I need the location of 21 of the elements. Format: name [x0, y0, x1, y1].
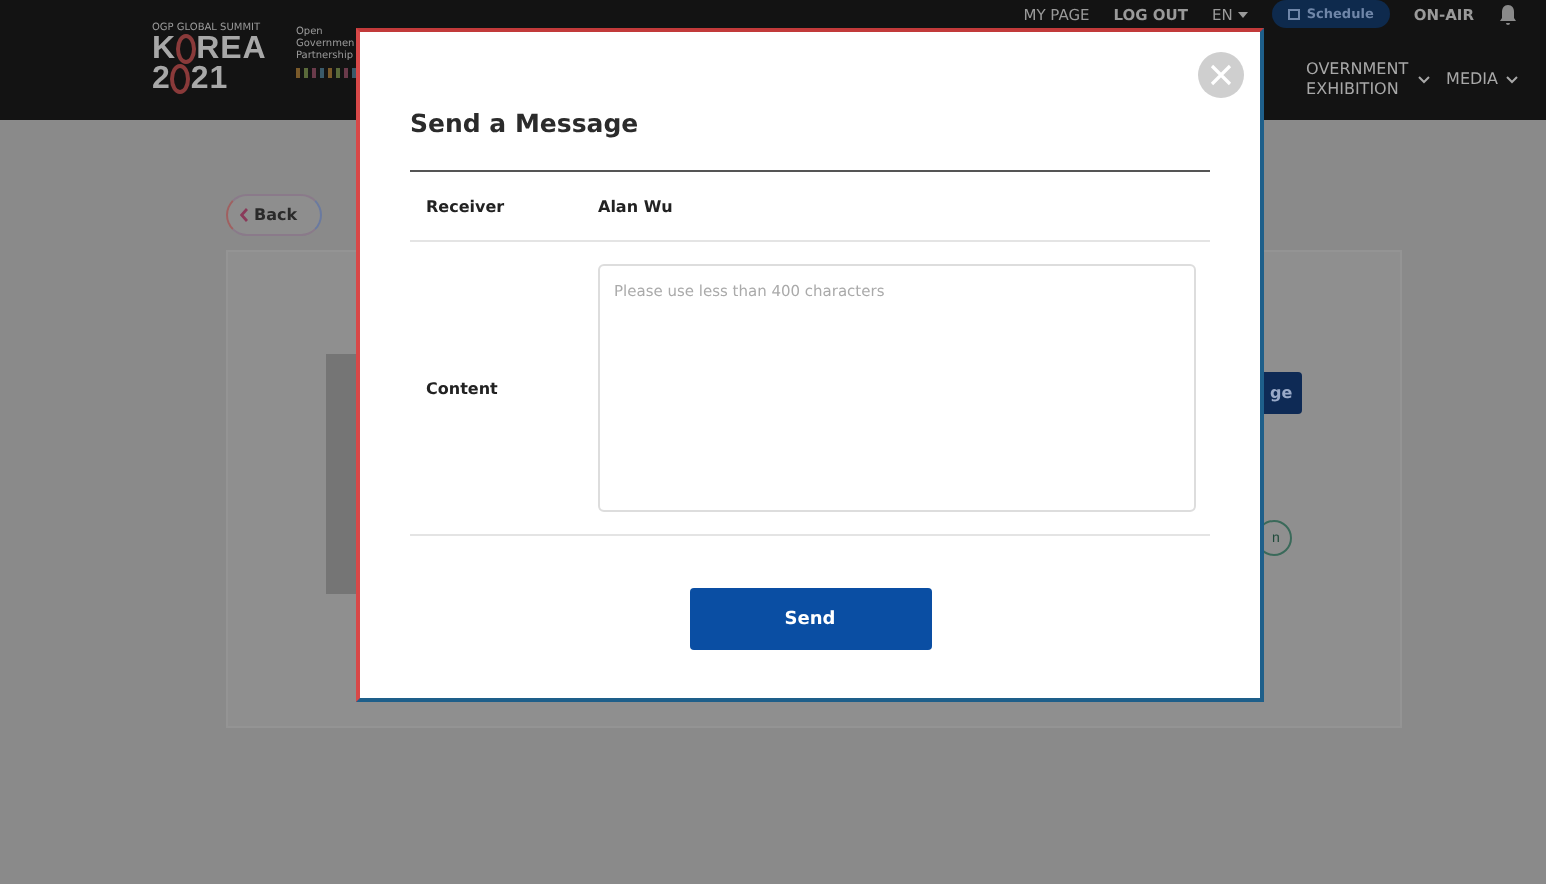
send-button[interactable]: Send	[689, 588, 931, 650]
chevron-down-icon	[1506, 76, 1518, 84]
caret-icon	[1238, 11, 1249, 17]
close-icon	[1210, 64, 1232, 86]
back-button[interactable]: Back	[226, 194, 322, 236]
nav-menu-item[interactable]: MEDIA	[1446, 70, 1518, 90]
ring-icon	[176, 34, 197, 64]
logo-text: 2	[152, 64, 171, 94]
calendar-icon	[1288, 8, 1301, 20]
logo-text: REA	[196, 34, 267, 64]
logo-text: 21	[190, 64, 229, 94]
logo-text: K	[152, 34, 177, 64]
content-label: Content	[424, 379, 500, 397]
ring-icon	[170, 64, 191, 94]
bell-icon[interactable]	[1498, 3, 1518, 25]
chevron-down-icon	[1418, 76, 1431, 84]
receiver-name: Alan Wu	[598, 197, 673, 215]
nav-menu-item[interactable]: OVERNMENT EXHIBITION	[1306, 60, 1431, 100]
chevron-left-icon	[240, 208, 248, 222]
receiver-label: Receiver	[424, 197, 507, 215]
dialog-title: Send a Message	[410, 108, 1210, 172]
